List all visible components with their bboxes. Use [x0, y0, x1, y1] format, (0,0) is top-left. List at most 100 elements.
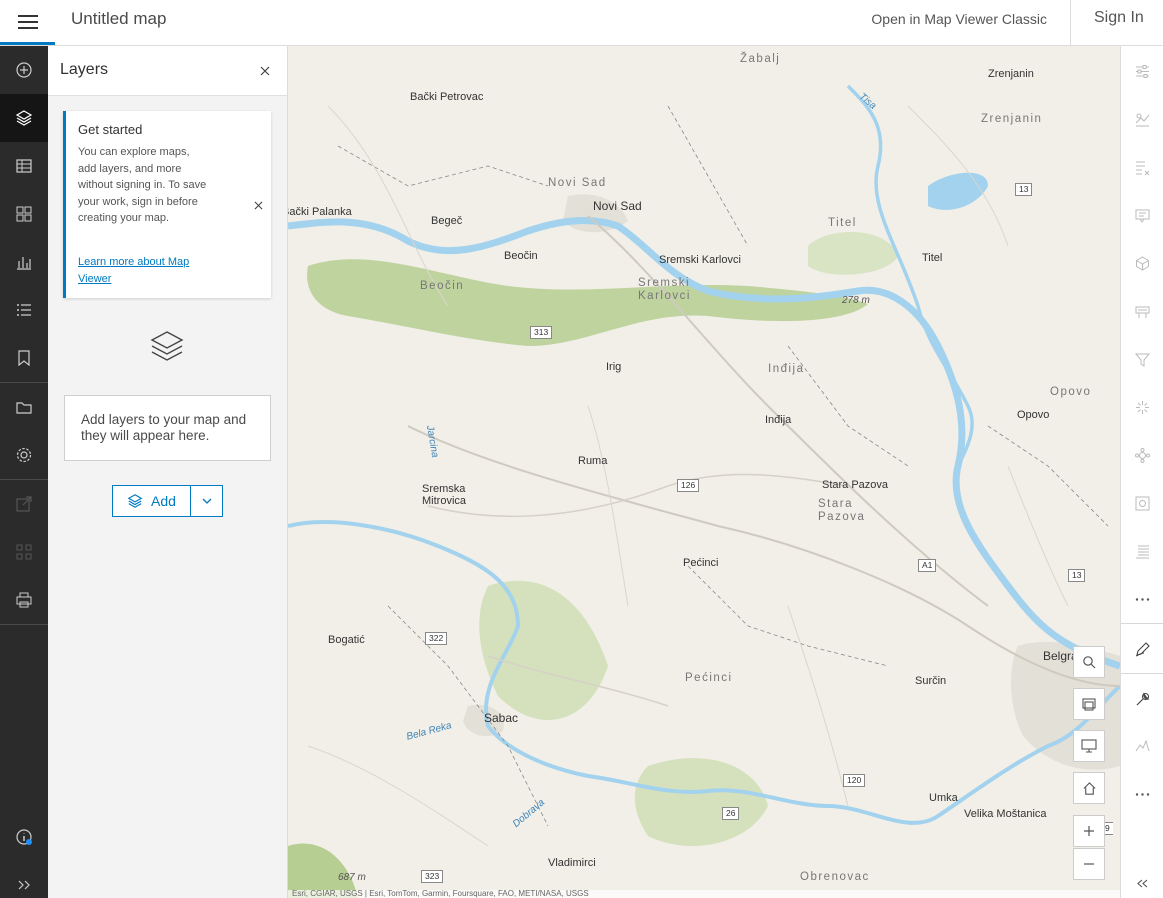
road-shield: 126 — [677, 479, 700, 492]
print-button[interactable] — [0, 576, 48, 624]
place-label: Surčin — [915, 675, 947, 687]
elevation-profile-button[interactable] — [1121, 722, 1163, 768]
aggregation-button[interactable] — [1121, 432, 1163, 478]
analysis-button[interactable] — [1121, 676, 1163, 722]
settings-button[interactable] — [0, 431, 48, 479]
effects-button[interactable] — [1121, 384, 1163, 430]
charts-button[interactable] — [0, 238, 48, 286]
place-label: Pećinci — [683, 557, 719, 569]
collapse-right-rail-button[interactable] — [1121, 860, 1163, 898]
right-action-bar — [1120, 46, 1163, 898]
header-divider — [1070, 0, 1071, 45]
sketch-list-button[interactable] — [1121, 528, 1163, 574]
zoom-out-button[interactable] — [1073, 848, 1105, 880]
filter-icon — [1134, 353, 1151, 367]
sign-in-button[interactable]: Sign In — [1094, 9, 1144, 27]
chevron-double-left-icon — [1137, 879, 1148, 887]
form-icon — [1135, 496, 1150, 510]
road-shield: A1 — [918, 559, 937, 572]
layers-icon — [150, 331, 184, 361]
place-label: Bački Palanka — [288, 206, 352, 218]
place-label: Beočin — [504, 250, 538, 262]
add-layer-label: Add — [151, 493, 176, 509]
legend-list-icon — [17, 304, 31, 316]
region-label: Žabalj — [740, 53, 781, 65]
empty-layers-text: Add layers to your map and they will app… — [81, 412, 247, 443]
map-attribution[interactable]: Esri, CGIAR, USGS | Esri, TomTom, Garmin… — [288, 890, 1120, 898]
share-button[interactable] — [0, 480, 48, 528]
create-app-button[interactable] — [0, 528, 48, 576]
map-view[interactable]: Zrenjanin Bački Petrovac Novi Sad Bački … — [288, 46, 1120, 898]
sliders-icon — [1136, 64, 1149, 78]
add-circle-icon — [16, 62, 32, 78]
open-classic-link[interactable]: Open in Map Viewer Classic — [871, 11, 1047, 27]
add-layer-dropdown[interactable] — [191, 486, 222, 516]
left-action-bar — [0, 46, 48, 898]
region-label: Obrenovac — [800, 871, 870, 883]
basemap-icon — [1082, 698, 1096, 711]
layers-button[interactable] — [0, 94, 48, 142]
tables-button[interactable] — [0, 142, 48, 190]
search-icon — [1083, 656, 1096, 669]
sketch-button[interactable] — [1121, 626, 1163, 672]
road-shield: 313 — [530, 326, 553, 339]
place-label: Umka — [929, 792, 958, 804]
more-options-button[interactable] — [1121, 576, 1163, 622]
notice-body: You can explore maps, add layers, and mo… — [78, 146, 207, 224]
region-label: Beočin — [420, 280, 465, 292]
clustering-button[interactable] — [1121, 240, 1163, 286]
share-icon — [16, 496, 32, 512]
properties-button[interactable] — [1121, 48, 1163, 94]
styles-button[interactable] — [1121, 96, 1163, 142]
place-label: Sremski Karlovci — [659, 254, 741, 266]
region-label: Pećinci — [685, 672, 733, 684]
forms-button[interactable] — [1121, 480, 1163, 526]
menu-button[interactable] — [0, 0, 55, 44]
more-tools-button[interactable] — [1121, 771, 1163, 817]
place-label: Stara Pazova — [822, 479, 889, 491]
region-label: Opovo — [1050, 386, 1092, 398]
aggregation-icon — [1135, 447, 1150, 463]
menu-active-indicator — [0, 42, 55, 45]
expand-icon — [18, 880, 30, 890]
close-icon — [254, 201, 262, 209]
open-button[interactable] — [0, 383, 48, 431]
bookmarks-button[interactable] — [0, 334, 48, 382]
configure-popups-button[interactable] — [1121, 192, 1163, 238]
filter-button[interactable] — [1121, 336, 1163, 382]
grid-icon — [16, 206, 32, 222]
profile-icon — [1135, 739, 1150, 751]
learn-more-link[interactable]: Learn more about Map Viewer — [78, 254, 218, 287]
rail-divider — [0, 624, 48, 625]
home-button[interactable] — [1073, 772, 1105, 804]
fields-button[interactable] — [1121, 144, 1163, 190]
map-title[interactable]: Untitled map — [71, 9, 166, 29]
region-label: Zrenjanin — [981, 113, 1043, 125]
place-label: Vladimirci — [548, 857, 596, 869]
add-layer-button[interactable]: Add — [113, 486, 191, 516]
folder-icon — [16, 402, 32, 414]
road-shield: 13 — [1068, 569, 1086, 582]
road-shield: 120 — [843, 774, 866, 787]
fullscreen-button[interactable] — [1073, 730, 1105, 762]
add-button[interactable] — [0, 46, 48, 94]
panel-close-button[interactable] — [257, 63, 273, 79]
effects-icon — [1136, 400, 1149, 414]
map-search-button[interactable] — [1073, 646, 1105, 678]
legend-button[interactable] — [0, 286, 48, 334]
road-shield: 323 — [421, 870, 444, 883]
labels-button[interactable] — [1121, 288, 1163, 334]
notice-close-button[interactable] — [251, 198, 265, 212]
expand-toolbar-button[interactable] — [0, 861, 48, 898]
add-layer-split-button: Add — [112, 485, 223, 517]
elevation-label: 687 m — [338, 872, 366, 883]
road-shield: 13 — [1015, 183, 1033, 196]
more-horizontal-icon — [1135, 792, 1150, 796]
region-label: Stara Pazova — [818, 498, 866, 523]
zoom-in-button[interactable] — [1073, 815, 1105, 847]
basemap-button[interactable] — [0, 190, 48, 238]
info-button[interactable] — [0, 813, 48, 861]
place-label: Ruma — [578, 455, 608, 467]
basemap-gallery-button[interactable] — [1073, 688, 1105, 720]
place-label: Velika Moštanica — [964, 808, 1047, 820]
